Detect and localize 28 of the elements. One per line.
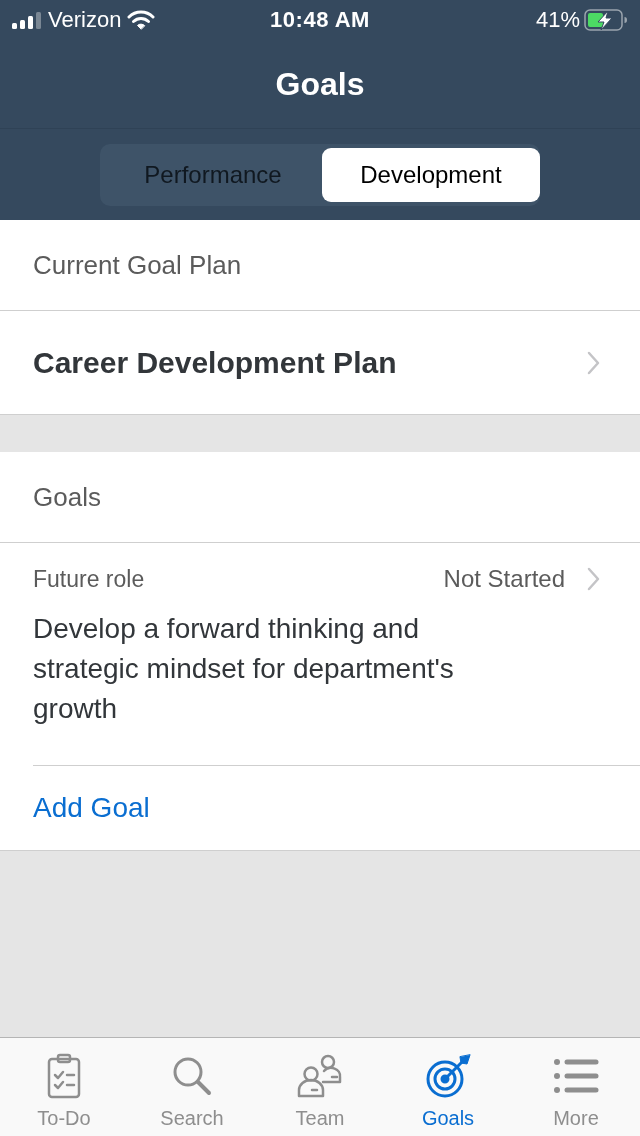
goal-category: Future role [33, 565, 145, 593]
carrier-name: Verizon [48, 7, 122, 33]
segment-tab[interactable]: Development [322, 147, 540, 202]
people-icon [297, 1054, 343, 1098]
tab-bar-item[interactable]: Search [128, 1038, 256, 1136]
section-heading: Goals [33, 481, 101, 513]
clock-time: 10:48 AM [270, 7, 370, 33]
goal-description: Develop a forward thinking and strategic mindset for department's growth [33, 612, 455, 726]
battery-percentage: 41% [535, 7, 580, 33]
chevron-right-icon [587, 350, 600, 375]
add-goal-link[interactable]: Add Goal [33, 792, 150, 824]
goal-status: Not Started [443, 565, 565, 593]
search-icon [172, 1056, 212, 1096]
tab-bar-item[interactable]: To-Do [0, 1038, 128, 1136]
menu-icon [553, 1058, 599, 1094]
signal-icon [12, 11, 42, 29]
goal-plan-row[interactable]: Career Development Plan [0, 311, 640, 415]
section-heading: Current Goal Plan [33, 249, 242, 281]
target-icon [425, 1053, 471, 1099]
tab-bar-item[interactable]: More [512, 1038, 640, 1136]
tab-bar-item[interactable]: Team [256, 1038, 384, 1136]
wifi-icon [127, 10, 156, 30]
goal-item[interactable]: Future role Not Started Develop a forward thinking and strategic mindset for department's growth [33, 543, 640, 766]
chevron-right-icon [587, 567, 600, 591]
tab-bar-item[interactable]: Goals [384, 1038, 512, 1136]
goal-plan-name: Career Development Plan [33, 345, 397, 380]
page-title: Goals [275, 65, 365, 103]
clipboard-icon [47, 1053, 81, 1099]
